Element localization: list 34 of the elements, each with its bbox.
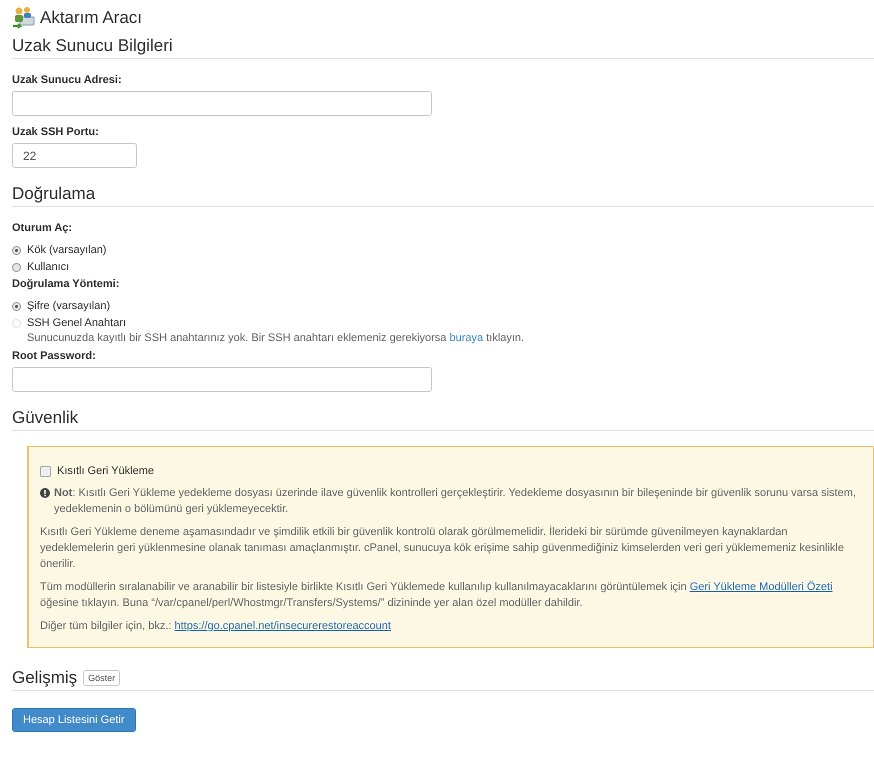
password-field[interactable] (12, 367, 432, 392)
radio-button[interactable] (12, 302, 21, 310)
input-field[interactable] (12, 91, 432, 116)
input-field[interactable]: 22 (12, 143, 137, 168)
paragraph: Kısıtlı Geri Yükleme deneme aşamasındadır ve şimdilik etkili bir güvenlik kontrolü olarak görülmemelidir. İlerideki bir sürümde güvenilmeyen kaynaklardan yedeklemelerin geri yüklenmesine olanak tanıması amaçlanmıştır. cPanel, sunucuya kök erişime sahip güvenmediğiniz kimselerden veri geri yüklememeniz kesinlikle önerilir. (40, 524, 845, 572)
section-title: Doğrulama (12, 184, 96, 204)
field-label: Doğrulama Yöntemi: (12, 278, 120, 290)
fetch-accounts-button[interactable]: Hesap Listesini Getir (12, 708, 136, 732)
radio-label: Şifre (varsayılan) (27, 300, 110, 312)
radio-label: Kök (varsayılan) (27, 244, 106, 256)
paragraph: Diğer tüm bilgiler için, bkz.: https://go.cpanel.net/insecurerestoreaccount (40, 619, 392, 634)
radio-label: Kullanıcı (27, 261, 70, 273)
link[interactable]: buraya (450, 332, 484, 344)
page-title: Aktarım Aracı (40, 8, 142, 28)
section-title: Uzak Sunucu Bilgileri (12, 36, 173, 56)
field-label: Oturum Aç: (12, 222, 74, 234)
note-text: Not: Kısıtlı Geri Yükleme yedekleme dosyası üzerinde ilave güvenlik kontrolleri gerçekleştirir. Yedekleme dosyasının bir bileşeninde bir güvenlik sorunu varsa sistem, yedeklemenin o bölümünü geri yüklemeyecektir. (54, 486, 857, 517)
section-title: Gelişmiş (12, 668, 78, 688)
paragraph: Tüm modüllerin sıralanabilir ve aranabilir bir listesiyle birlikte Kısıtlı Geri Yüklemede kullanılıp kullanılmayacaklarını görüntülemek için Geri Yükleme Modülleri Özeti öğesine tıklayın. Buna “/var/cpanel/perl/Whostmgr/Transfers/Systems/” dizininde yer alan özel modüller dahildir. (40, 580, 834, 611)
show-button[interactable]: Göster (83, 670, 120, 686)
field-label: Uzak Sunucu Adresi: (12, 74, 123, 86)
users-transfer-icon (12, 6, 36, 30)
alert-icon (40, 488, 50, 498)
radio-button[interactable] (12, 246, 21, 254)
link[interactable]: Geri Yükleme Modülleri Özeti (690, 581, 833, 593)
field-label: Uzak SSH Portu: (12, 126, 100, 138)
section-title: Güvenlik (12, 408, 78, 428)
radio-label: SSH Genel Anahtarı (27, 317, 126, 329)
checkbox-label: Kısıtlı Geri Yükleme (57, 464, 154, 479)
hint-text: Sunucunuzda kayıtlı bir SSH anahtarınız yok. Bir SSH anahtarı eklemeniz gerekiyorsa buraya tıklayın. (27, 332, 526, 344)
field-label: Root Password: (12, 350, 97, 362)
radio-button[interactable] (12, 262, 21, 272)
link[interactable]: https://go.cpanel.net/insecurerestoreaccount (174, 620, 391, 632)
checkbox[interactable] (40, 466, 51, 476)
